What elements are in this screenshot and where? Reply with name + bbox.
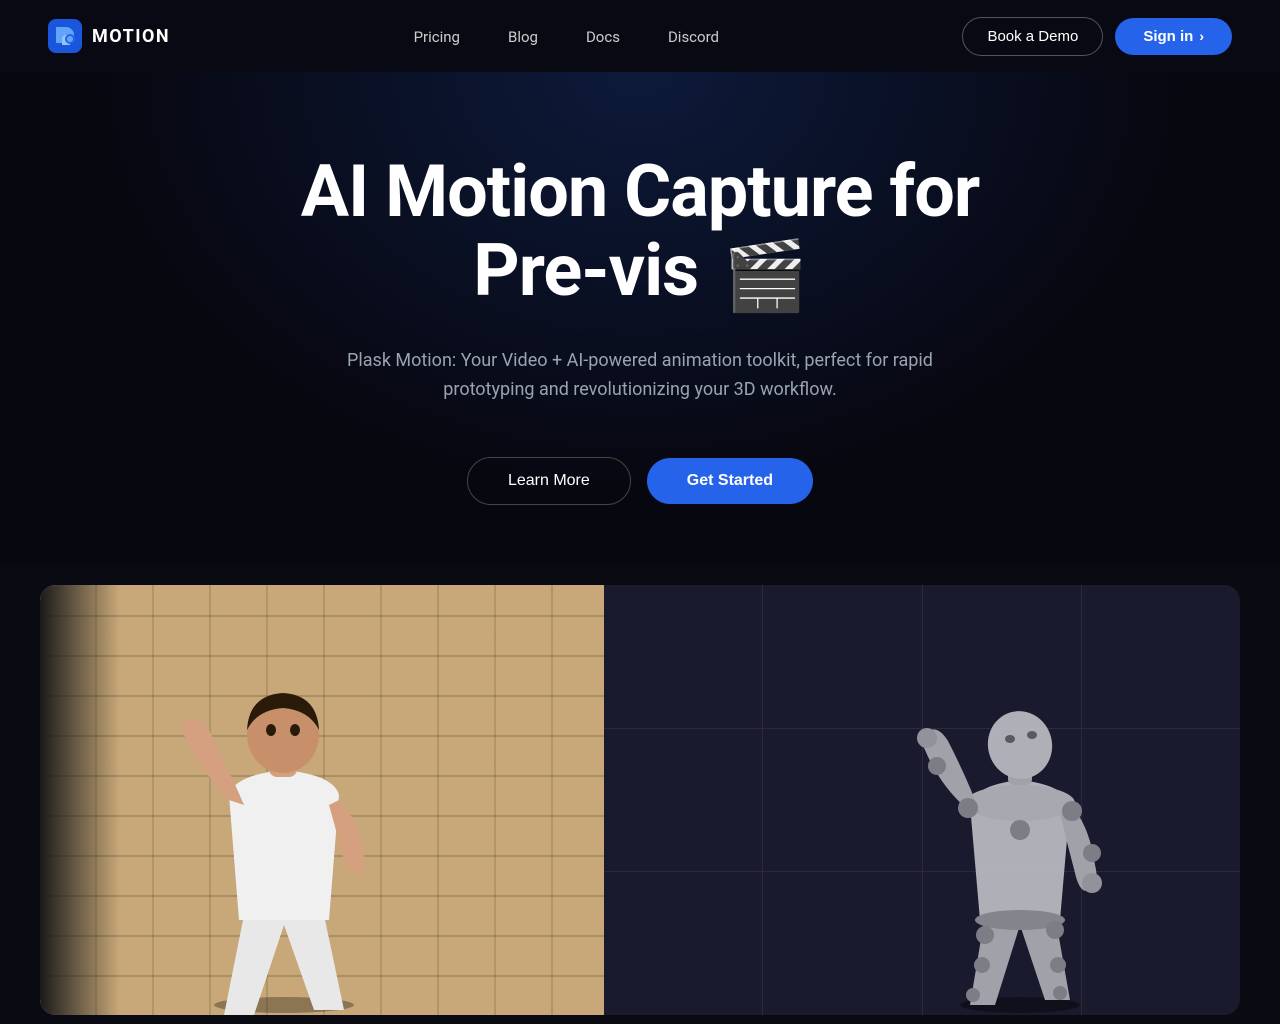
- hero-section: AI Motion Capture for Pre-vis 🎬 Plask Mo…: [0, 72, 1280, 565]
- hero-buttons: Learn More Get Started: [467, 457, 813, 505]
- sign-in-button[interactable]: Sign in ›: [1115, 18, 1232, 55]
- robot-figure-svg: [890, 655, 1150, 1015]
- hero-title: AI Motion Capture for Pre-vis 🎬: [301, 152, 979, 314]
- 3d-character-area: [860, 635, 1180, 1015]
- navbar: MOTION Pricing Blog Docs Discord Book a …: [0, 0, 1280, 72]
- nav-discord[interactable]: Discord: [668, 28, 719, 46]
- book-demo-button[interactable]: Book a Demo: [962, 17, 1103, 56]
- logo-icon: [48, 19, 82, 53]
- logo-link[interactable]: MOTION: [48, 19, 170, 53]
- nav-actions: Book a Demo Sign in ›: [962, 17, 1232, 56]
- nav-blog[interactable]: Blog: [508, 28, 538, 46]
- learn-more-button[interactable]: Learn More: [467, 457, 631, 505]
- demo-video-section: [0, 585, 1280, 1015]
- nav-pricing[interactable]: Pricing: [414, 28, 460, 46]
- person-figure-svg: [154, 635, 434, 1015]
- video-right-panel: [604, 585, 1240, 1015]
- nav-docs[interactable]: Docs: [586, 28, 620, 46]
- clapper-emoji: 🎬: [723, 239, 807, 314]
- nav-links: Pricing Blog Docs Discord: [414, 27, 719, 46]
- video-container: [40, 585, 1240, 1015]
- get-started-button[interactable]: Get Started: [647, 458, 813, 504]
- arrow-right-icon: ›: [1199, 28, 1204, 44]
- hero-subtitle: Plask Motion: Your Video + AI-powered an…: [330, 346, 950, 405]
- logo-text: MOTION: [92, 26, 170, 47]
- video-left-panel: [40, 585, 604, 1015]
